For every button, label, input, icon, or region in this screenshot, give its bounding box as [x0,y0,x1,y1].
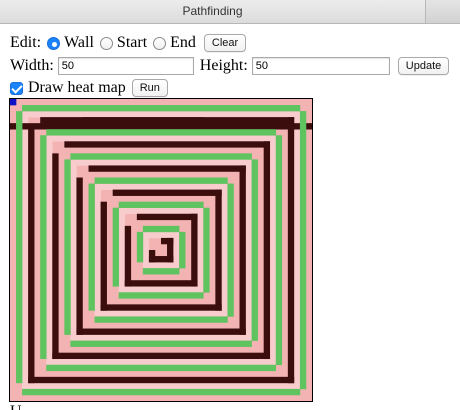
wall-segment [239,165,246,335]
wall-segment [136,213,198,221]
pathfinding-grid[interactable] [9,98,313,402]
path-segment [16,111,23,384]
heat-band [46,358,277,366]
start-radio-label[interactable]: Start [117,34,147,52]
wall-segment [10,123,312,130]
path-segment [94,177,228,184]
path-segment [22,388,301,396]
wall-segment [124,225,132,287]
tab-bar-filler [426,0,460,23]
heat-band [118,207,126,293]
heat-band [197,207,204,293]
path-segment [64,159,71,335]
wall-segment [64,141,271,148]
path-segment [299,111,307,390]
heat-band [142,231,150,269]
size-row: Width: 50 Height: 50 Update [10,55,450,77]
heat-band [94,183,101,317]
wall-segment [52,352,271,360]
title-bar: Pathfinding [0,0,460,24]
clear-button[interactable]: Clear [203,34,247,52]
heatmap-row: Draw heat map Run [10,78,168,98]
path-segment [40,135,47,360]
heat-band [94,183,228,190]
width-label: Width: [10,57,54,74]
wall-segment [287,117,295,384]
heat-band [46,135,53,366]
wall-segment [52,153,59,360]
path-segment [46,364,277,372]
heat-band [173,231,180,269]
path-segment [88,183,95,311]
path-segment [118,292,204,299]
heat-band [245,159,252,341]
footer-label: U [10,404,22,410]
path-segment [179,231,186,269]
path-segment [118,201,204,209]
heat-band [70,159,77,341]
wall-segment [76,177,83,335]
path-segment [22,105,301,112]
heat-band [22,111,29,390]
wall-radio-label[interactable]: Wall [64,34,94,52]
wall-segment [100,304,222,311]
end-radio-label[interactable]: End [170,34,196,52]
run-button[interactable]: Run [131,79,168,97]
window-title: Pathfinding [0,0,426,23]
heat-band [94,310,228,317]
heat-map-checkbox[interactable] [10,81,23,95]
heat-band [293,111,301,390]
wall-segment [88,165,246,172]
wall-radio[interactable] [47,36,61,50]
wall-segment [124,280,198,287]
path-segment [46,129,277,136]
path-segment [112,207,120,287]
heat-band [118,207,204,215]
heat-band [22,382,301,390]
heat-map-label[interactable]: Draw heat map [28,79,126,97]
wall-segment [82,117,204,124]
grid-svg[interactable] [10,99,312,401]
wall-segment [215,189,222,311]
height-label: Height: [199,57,248,74]
end-radio[interactable] [153,36,167,50]
heat-band [269,135,277,366]
heat-band [70,159,252,166]
edit-label: Edit: [10,34,42,51]
height-input[interactable]: 50 [251,57,390,75]
path-segment [142,225,180,233]
heat-band [221,183,228,317]
wall-segment [76,328,246,335]
path-segment [94,316,228,323]
path-segment [227,183,234,317]
wall-segment [112,189,222,196]
wall-segment [28,129,35,384]
wall-segment [28,376,295,384]
wall-segment [100,201,107,311]
edit-row: Edit: Wall Start End Clear [10,32,247,54]
update-button[interactable]: Update [397,57,450,75]
heat-band [118,286,204,293]
heat-band [46,135,277,142]
wall-segment [191,213,198,287]
start-cell [10,99,17,106]
path-segment [70,340,252,347]
app-window: Pathfinding Edit: Wall Start End Clear W… [0,0,460,410]
start-radio[interactable] [99,36,113,50]
path-segment [142,268,180,275]
path-segment [251,159,258,341]
heat-band [22,111,301,118]
width-input[interactable]: 50 [57,57,194,75]
wall-segment [148,250,156,263]
path-segment [203,207,210,293]
path-segment [275,135,283,366]
path-segment [70,153,252,160]
wall-segment [263,141,271,360]
heat-band [70,334,252,341]
path-segment [136,231,144,263]
